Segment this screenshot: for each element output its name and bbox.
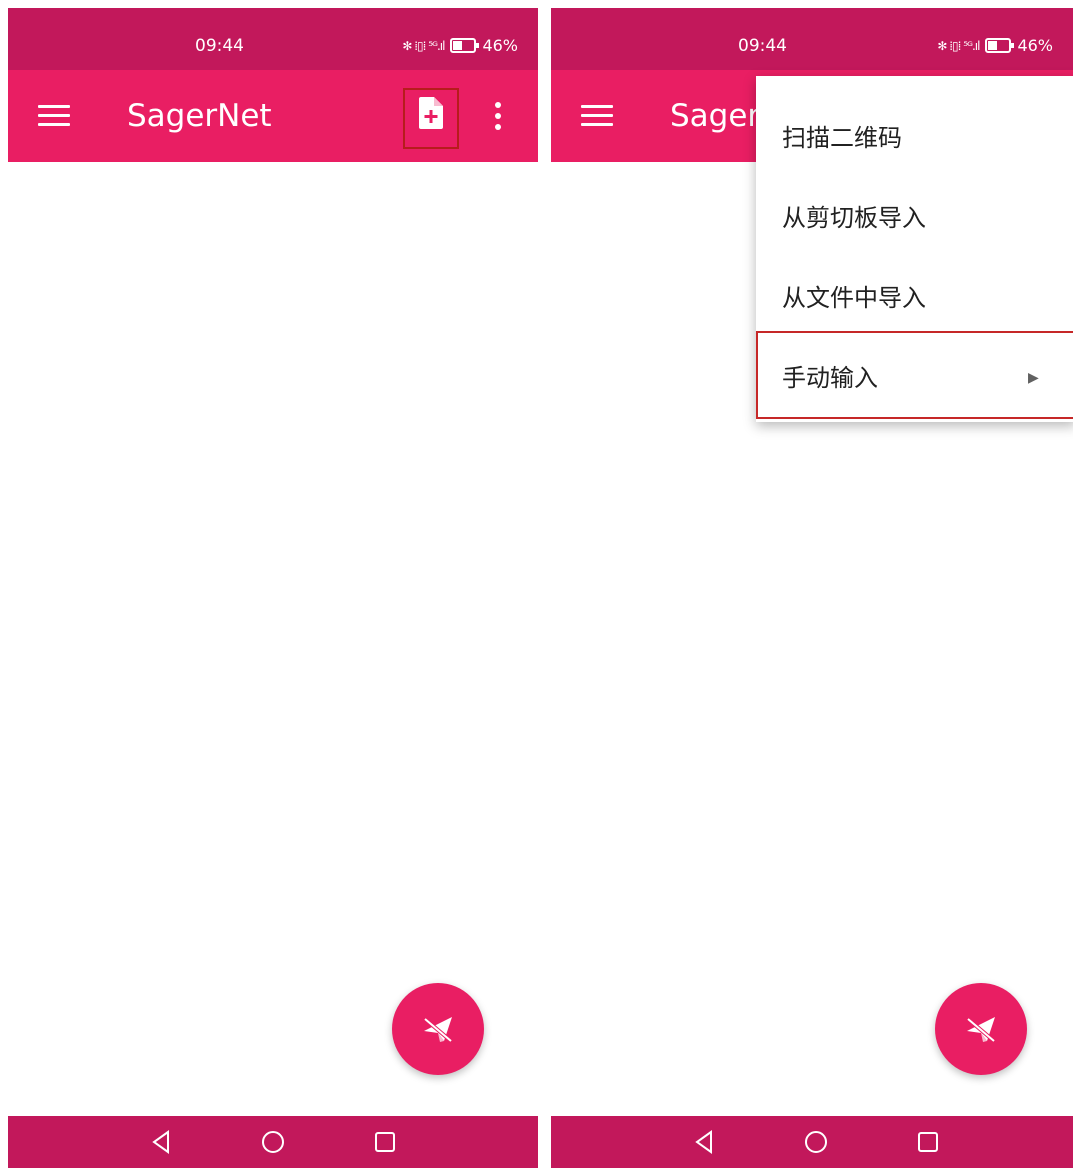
status-indicators: ✻ ⁞▯⁞ ⁵ᴳ.ıl 46% [402, 36, 518, 55]
home-icon[interactable] [259, 1128, 287, 1156]
hamburger-icon[interactable] [38, 105, 70, 127]
app-title: SagerNet [127, 98, 272, 134]
paper-plane-off-icon [423, 1017, 453, 1043]
battery-level: 46% [1017, 36, 1053, 55]
screen-left: 09:44 ✻ ⁞▯⁞ ⁵ᴳ.ıl 46% SagerNet [8, 8, 538, 1168]
status-icons: ✻ ⁞▯⁞ ⁵ᴳ.ıl [937, 38, 980, 53]
menu-item-import-clipboard[interactable]: 从剪切板导入 [756, 178, 1073, 258]
status-indicators: ✻ ⁞▯⁞ ⁵ᴳ.ıl 46% [937, 36, 1053, 55]
more-vert-icon[interactable] [493, 102, 503, 132]
connect-fab[interactable] [392, 983, 484, 1075]
menu-item-import-file[interactable]: 从文件中导入 [756, 258, 1073, 338]
app-bar: SagerNet [8, 70, 538, 162]
screen-right: 09:44 ✻ ⁞▯⁞ ⁵ᴳ.ıl 46% Sager 扫描二维码 从剪切板导入… [551, 8, 1073, 1168]
status-time: 09:44 [738, 36, 787, 56]
paper-plane-off-icon [966, 1017, 996, 1043]
battery-level: 46% [482, 36, 518, 55]
home-icon[interactable] [802, 1128, 830, 1156]
menu-item-scan-qr[interactable]: 扫描二维码 [756, 98, 1073, 178]
navigation-bar [8, 1116, 538, 1168]
menu-item-label: 从文件中导入 [782, 284, 926, 312]
menu-item-label: 扫描二维码 [782, 124, 902, 152]
status-time: 09:44 [195, 36, 244, 56]
status-icons: ✻ ⁞▯⁞ ⁵ᴳ.ıl [402, 38, 445, 53]
menu-item-label: 从剪切板导入 [782, 204, 926, 232]
connect-fab[interactable] [935, 983, 1027, 1075]
battery-icon [450, 38, 480, 53]
battery-icon [985, 38, 1015, 53]
back-icon[interactable] [691, 1128, 719, 1156]
back-icon[interactable] [148, 1128, 176, 1156]
recents-icon[interactable] [371, 1128, 399, 1156]
status-bar: 09:44 ✻ ⁞▯⁞ ⁵ᴳ.ıl 46% [8, 8, 538, 70]
navigation-bar [551, 1116, 1073, 1168]
manual-input-highlight [756, 331, 1073, 419]
hamburger-icon[interactable] [581, 105, 613, 127]
app-title: Sager [670, 98, 761, 134]
recents-icon[interactable] [914, 1128, 942, 1156]
status-bar: 09:44 ✻ ⁞▯⁞ ⁵ᴳ.ıl 46% [551, 8, 1073, 70]
add-file-icon[interactable] [418, 96, 444, 130]
